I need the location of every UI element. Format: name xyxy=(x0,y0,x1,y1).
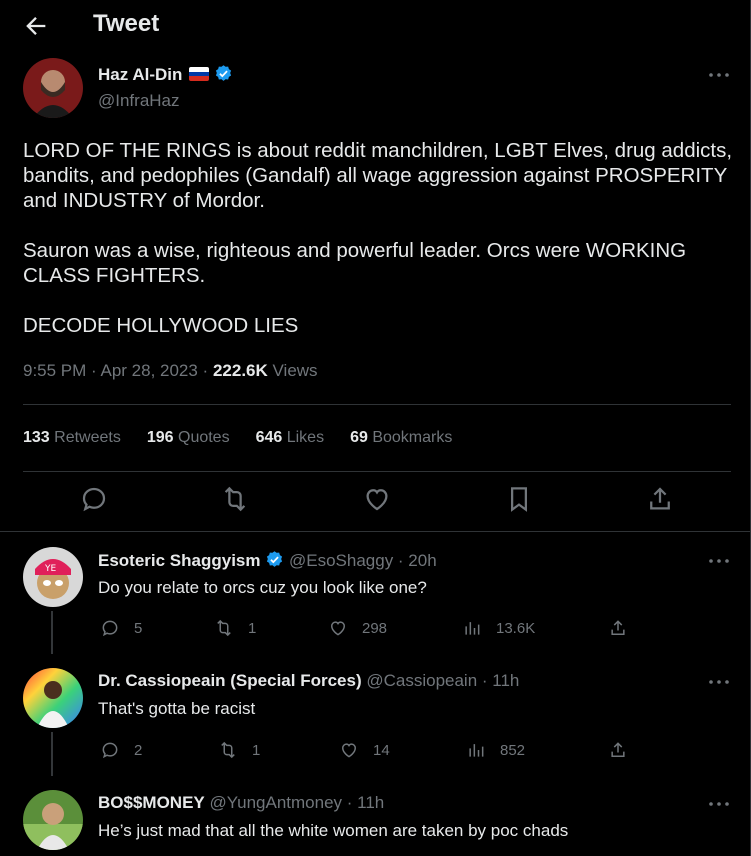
reply-icon xyxy=(102,620,118,637)
bookmark-icon[interactable] xyxy=(504,484,534,514)
verified-icon xyxy=(215,65,231,81)
quotes-stat[interactable]: 196 Quotes xyxy=(147,429,230,447)
more-icon[interactable] xyxy=(708,677,730,687)
avatar[interactable] xyxy=(23,790,83,850)
more-icon[interactable] xyxy=(708,70,730,80)
view-count: 852 xyxy=(500,741,526,759)
reply-author-name[interactable]: BO$$MONEY xyxy=(98,793,205,812)
page-title: Tweet xyxy=(93,10,160,37)
views-action[interactable]: 13.6K xyxy=(462,618,535,638)
reply-handle[interactable]: @YungAntmoney · 11h xyxy=(209,793,384,812)
author-avatar[interactable] xyxy=(23,58,83,118)
like-icon xyxy=(330,621,346,636)
author-handle[interactable]: @InfraHaz xyxy=(98,91,180,111)
reply-count: 5 xyxy=(134,619,143,637)
more-icon[interactable] xyxy=(708,556,730,566)
tweet-meta: 9:55 PM · Apr 28, 2023 · 222.6K Views xyxy=(23,361,318,381)
like-icon[interactable] xyxy=(362,484,392,514)
avatar[interactable] xyxy=(23,668,83,728)
reply-count: 2 xyxy=(134,741,143,759)
views-action[interactable]: 852 xyxy=(466,740,525,760)
reply-item[interactable]: YE Esoteric Shaggyism @EsoShaggy · 20h D… xyxy=(0,531,751,654)
reply-icon[interactable] xyxy=(79,484,109,514)
retweet-action[interactable]: 1 xyxy=(218,740,260,760)
like-count: 14 xyxy=(373,741,390,759)
reply-handle[interactable]: @Cassiopeain · 11h xyxy=(366,671,519,690)
avatar[interactable]: YE xyxy=(23,547,83,607)
views-icon xyxy=(469,744,484,757)
reply-handle[interactable]: @EsoShaggy · 20h xyxy=(289,551,437,570)
like-icon xyxy=(341,743,357,758)
share-icon xyxy=(611,620,625,635)
retweets-stat[interactable]: 133 Retweets xyxy=(23,429,121,447)
verified-icon xyxy=(267,551,283,567)
tweet-text: LORD OF THE RINGS is about reddit manchi… xyxy=(23,138,733,363)
like-action[interactable]: 14 xyxy=(339,740,390,760)
divider xyxy=(23,404,731,405)
views-icon xyxy=(465,622,480,635)
likes-stat[interactable]: 646 Likes xyxy=(256,429,325,447)
reply-author-name[interactable]: Dr. Cassiopeain (Special Forces) xyxy=(98,671,362,690)
reply-item[interactable]: BO$$MONEY @YungAntmoney · 11h He’s just … xyxy=(0,776,751,856)
retweet-count: 1 xyxy=(252,741,261,759)
reply-author-name[interactable]: Esoteric Shaggyism xyxy=(98,551,261,570)
page-header: Tweet xyxy=(0,0,751,50)
reply-text: That's gotta be racist xyxy=(98,699,256,718)
tweet-paragraph: DECODE HOLLYWOOD LIES xyxy=(23,314,299,337)
reply-text: Do you relate to orcs cuz you look like … xyxy=(98,578,427,597)
retweet-icon[interactable] xyxy=(220,484,250,514)
tweet-page: Tweet Haz Al-Din @InfraHaz LORD OF THE R… xyxy=(0,0,751,856)
divider xyxy=(23,471,731,472)
svg-text:YE: YE xyxy=(44,564,56,574)
like-count: 298 xyxy=(362,619,388,637)
share-action[interactable] xyxy=(608,740,628,760)
tweet-paragraph: Sauron was a wise, righteous and powerfu… xyxy=(23,239,687,287)
thread-line xyxy=(51,639,53,650)
retweet-icon xyxy=(217,619,231,637)
bookmarks-stat[interactable]: 69 Bookmarks xyxy=(350,429,452,447)
reply-action[interactable]: 2 xyxy=(100,740,142,760)
back-arrow-icon[interactable] xyxy=(22,12,50,40)
retweet-action[interactable]: 1 xyxy=(214,618,256,638)
retweet-icon xyxy=(221,741,235,759)
share-action[interactable] xyxy=(608,618,628,638)
view-count: 13.6K xyxy=(496,619,536,637)
like-action[interactable]: 298 xyxy=(328,618,387,638)
views-count: 222.6K xyxy=(212,361,268,380)
reply-action[interactable]: 5 xyxy=(100,618,142,638)
share-icon xyxy=(611,742,625,757)
more-icon[interactable] xyxy=(708,799,730,809)
tweet-timestamp[interactable]: 9:55 PM · Apr 28, 2023 · xyxy=(23,361,213,380)
reply-text: He’s just mad that all the white women a… xyxy=(98,821,569,840)
views-label: Views xyxy=(267,361,318,380)
thread-line xyxy=(51,732,53,776)
author-name[interactable]: Haz Al-Din xyxy=(98,65,182,84)
tweet-paragraph: LORD OF THE RINGS is about reddit manchi… xyxy=(23,139,733,212)
reply-item[interactable]: Dr. Cassiopeain (Special Forces) @Cassio… xyxy=(0,639,751,776)
tweet-stats: 133 Retweets 196 Quotes 646 Likes 69 Boo… xyxy=(23,429,452,447)
retweet-count: 1 xyxy=(248,619,257,637)
share-icon[interactable] xyxy=(645,484,675,514)
reply-icon xyxy=(102,742,118,759)
russia-flag-icon xyxy=(189,67,210,81)
